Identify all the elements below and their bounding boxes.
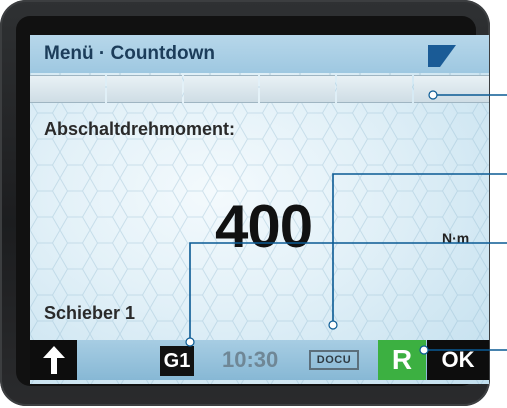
docu-indicator: DOCU — [309, 350, 359, 370]
softkey-tab-5[interactable] — [337, 75, 413, 103]
up-arrow-icon — [42, 346, 65, 374]
group-badge: G1 — [160, 346, 194, 376]
softkey-tab-4[interactable] — [260, 75, 336, 103]
softkey-tab-3[interactable] — [183, 75, 259, 103]
ok-button[interactable]: OK — [427, 340, 489, 380]
softkey-tab-2[interactable] — [106, 75, 182, 103]
softkey-tab-1[interactable] — [30, 75, 105, 103]
clock-time: 10:30 — [222, 347, 279, 372]
corner-flag-icon — [428, 45, 456, 67]
softkey-tab-row — [30, 75, 489, 103]
softkey-tab-6[interactable] — [414, 75, 489, 103]
r-button[interactable]: R — [378, 340, 426, 380]
menu-title: Menü · Countdown — [44, 43, 215, 64]
title-bar: Menü · Countdown — [30, 35, 489, 73]
up-button[interactable] — [30, 340, 77, 380]
parameter-label: Abschaltdrehmoment: — [44, 119, 236, 139]
bottom-status-bar: G1 10:30 DOCU R OK — [30, 340, 489, 380]
torque-value: 400 — [215, 193, 313, 260]
unit-label: N·m — [442, 230, 470, 246]
display-screen: Menü · Countdown Abschaltdrehmoment: 400… — [30, 35, 489, 384]
actuator-label: Schieber 1 — [44, 303, 136, 323]
